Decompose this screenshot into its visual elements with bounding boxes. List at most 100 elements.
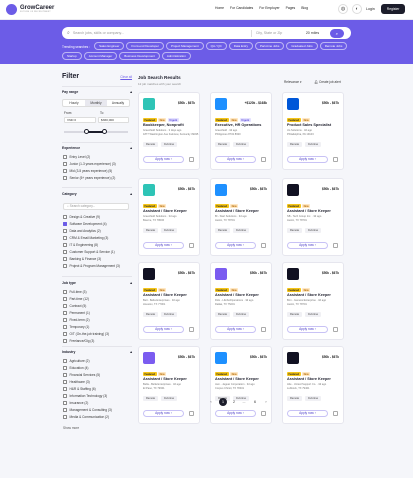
trending-chip[interactable]: Administration [161, 52, 191, 60]
category-option[interactable]: Customer Support & Service (1) [63, 250, 115, 254]
job-title[interactable]: Executive, HR Operations [215, 123, 271, 127]
company-name[interactable]: Jam - Jaguar Corporation [215, 383, 244, 386]
bookmark-icon[interactable] [261, 243, 266, 248]
job-card[interactable]: $50k - $67k Featured New Assistant / Stor… [282, 178, 344, 256]
checkbox[interactable] [63, 332, 67, 336]
checkbox[interactable] [63, 250, 67, 254]
company-name[interactable]: SB - Tech Group Inc. [287, 215, 311, 218]
industry-option[interactable]: Healthcare (3) [63, 380, 90, 384]
job-type-header[interactable]: Job type ▴ [62, 281, 132, 285]
bookmark-icon[interactable] [261, 327, 266, 332]
bookmark-icon[interactable] [333, 157, 338, 162]
tab-hourly[interactable]: Hourly [63, 100, 85, 106]
checkbox[interactable] [63, 318, 67, 322]
checkbox[interactable] [63, 415, 67, 419]
bookmark-icon[interactable] [333, 243, 338, 248]
job-title[interactable]: Assistant / Store Keeper [287, 293, 343, 297]
to-input[interactable]: $360,000 [98, 117, 129, 123]
job-type-option[interactable]: Full-time (3) [63, 290, 87, 294]
category-option[interactable]: IT & Engineering (8) [63, 243, 98, 247]
keyword-input[interactable]: Search jobs, skills or company... [73, 31, 251, 35]
create-job-alert[interactable]: 🔔︎ Create job alert [314, 80, 341, 84]
job-card[interactable]: $50k - $67k Featured New Assistant / Stor… [282, 346, 344, 424]
trending-chip[interactable]: Business Development [119, 52, 160, 60]
experience-header[interactable]: Experience ▴ [62, 146, 132, 150]
checkbox[interactable] [63, 394, 67, 398]
apply-now-button[interactable]: Apply now › [215, 410, 256, 417]
trending-chip[interactable]: QA / QC [205, 42, 227, 50]
trending-chip[interactable]: Startup [62, 52, 82, 60]
job-title[interactable]: Bookkeeper, Nonprofit [143, 123, 199, 127]
job-title[interactable]: Assistant / Store Keeper [143, 293, 199, 297]
company-name[interactable]: Bett - Bella Enterprises [143, 299, 170, 302]
job-type-option[interactable]: Temporary (1) [63, 325, 89, 329]
pay-range-slider[interactable] [64, 129, 128, 134]
trending-chip[interactable]: Graduated Jobs [286, 42, 318, 50]
apply-now-button[interactable]: Apply now › [215, 242, 256, 249]
page-2[interactable]: 2 [230, 398, 238, 406]
apply-now-button[interactable]: Apply now › [287, 156, 328, 163]
industry-option[interactable]: Information Technology (3) [63, 394, 107, 398]
trending-chip[interactable]: Data Entry [228, 42, 253, 50]
company-name[interactable]: Greenfield Solutions [143, 129, 166, 132]
job-title[interactable]: Product Sales Specialist [287, 123, 343, 127]
job-type-option[interactable]: Fixed-term (2) [63, 318, 90, 322]
checkbox[interactable] [63, 169, 67, 173]
checkbox[interactable] [63, 297, 67, 301]
checkbox[interactable] [63, 408, 67, 412]
slider-max-handle[interactable] [102, 129, 107, 134]
nav-pages[interactable]: Pages [286, 6, 296, 10]
checkbox[interactable] [63, 236, 67, 240]
industry-option[interactable]: Education (4) [63, 366, 88, 370]
checkbox[interactable] [63, 176, 67, 180]
checkbox[interactable] [63, 325, 67, 329]
bookmark-icon[interactable] [189, 411, 194, 416]
checkbox[interactable] [63, 243, 67, 247]
page-next[interactable]: › [262, 398, 270, 406]
page-prev[interactable]: ‹ [207, 398, 215, 406]
checkbox[interactable] [63, 339, 67, 343]
experience-option[interactable]: Senior (5+ years experience) (2) [63, 176, 115, 180]
bookmark-icon[interactable] [189, 243, 194, 248]
industry-option[interactable]: Financial Services (5) [63, 373, 100, 377]
checkbox[interactable] [63, 155, 67, 159]
job-card[interactable]: $50k - $67k Featured New Product Sales Sp… [282, 92, 344, 170]
company-name[interactable]: Greenfield [215, 129, 227, 132]
apply-now-button[interactable]: Apply now › [287, 410, 328, 417]
login-link[interactable]: Login [366, 7, 375, 11]
experience-option[interactable]: Mid (3-5 years experience) (5) [63, 169, 112, 173]
trending-chip[interactable]: Part-time Jobs [254, 42, 285, 50]
apply-now-button[interactable]: Apply now › [143, 326, 184, 333]
category-option[interactable]: Project & Program Management (3) [63, 264, 120, 268]
sort-select[interactable]: Relevance ▾ [284, 80, 304, 84]
job-title[interactable]: Assistant / Store Keeper [215, 377, 271, 381]
show-more-link[interactable]: Show more [63, 426, 79, 430]
nav-blog[interactable]: Blog [301, 6, 308, 10]
search-submit-button[interactable]: ⌕ [329, 28, 344, 38]
experience-option[interactable]: Junior (1-3 years experience) (3) [63, 162, 116, 166]
checkbox[interactable] [63, 215, 67, 219]
job-title[interactable]: Assistant / Store Keeper [287, 209, 343, 213]
job-card[interactable]: $50k - $67k Featured New Assistant / Stor… [138, 346, 200, 424]
company-name[interactable]: Jio Solutions [287, 129, 302, 132]
job-title[interactable]: Assistant / Store Keeper [143, 209, 199, 213]
job-card[interactable]: +$120k - $168k Featured New Urgent Executi… [210, 92, 272, 170]
industry-header[interactable]: Industry ▴ [62, 350, 132, 354]
company-name[interactable]: DHL - LifeSolOperations [215, 299, 243, 302]
checkbox[interactable] [63, 359, 67, 363]
checkbox[interactable] [63, 264, 67, 268]
checkbox[interactable] [63, 311, 67, 315]
category-header[interactable]: Category ▴ [62, 192, 132, 196]
checkbox[interactable] [63, 380, 67, 384]
nav-for-employer[interactable]: For Employer [259, 6, 279, 10]
bookmark-icon[interactable] [261, 411, 266, 416]
location-input[interactable]: City, State or Zip [256, 31, 306, 35]
slider-min-handle[interactable] [84, 129, 89, 134]
checkbox[interactable] [63, 162, 67, 166]
page-6[interactable]: 6 [251, 398, 259, 406]
job-card[interactable]: $50k - $67k Featured New Assistant / Stor… [138, 262, 200, 340]
checkbox[interactable] [63, 290, 67, 294]
apply-now-button[interactable]: Apply now › [215, 326, 256, 333]
job-type-option[interactable]: Part-time (12) [63, 297, 89, 301]
job-type-option[interactable]: Freelance/Gig (3) [63, 339, 94, 343]
